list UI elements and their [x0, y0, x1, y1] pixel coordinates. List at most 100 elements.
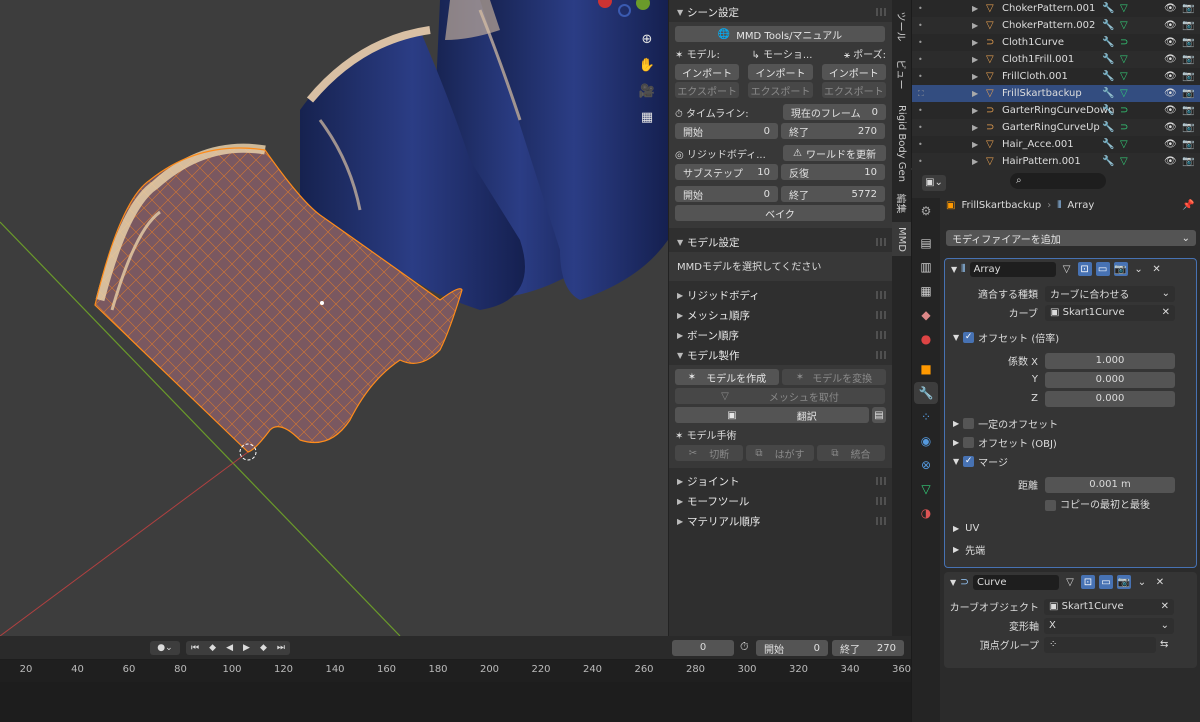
world-tab-icon[interactable]: ●	[914, 328, 938, 350]
visibility-dot-icon[interactable]: •	[918, 72, 923, 81]
camera-render-icon[interactable]: 📷	[1182, 37, 1194, 48]
deform-axis-select[interactable]: X ⌄	[1044, 617, 1174, 634]
object-offset-checkbox[interactable]	[963, 437, 975, 448]
gizmo[interactable]	[598, 0, 658, 17]
expand-icon[interactable]: ▶	[972, 4, 978, 13]
tab-tool[interactable]: ツール	[892, 4, 911, 48]
jump-start-icon[interactable]: ⏮	[191, 641, 199, 655]
outliner-row[interactable]: • ▶ ⊃ Cloth1Curve 🔧 ⊃ 👁 📷	[912, 34, 1200, 51]
import-motion-button[interactable]: インポート	[748, 64, 813, 80]
expand-icon[interactable]: ▶	[972, 55, 978, 64]
curve-name-input[interactable]: Curve	[972, 574, 1059, 590]
camera-render-icon[interactable]: 📷	[1182, 105, 1194, 116]
start-frame-field[interactable]: 開始 0	[675, 123, 778, 139]
tab-edit[interactable]: 編集	[892, 188, 911, 218]
update-world-button[interactable]: ⚠ ワールドを更新	[782, 145, 886, 161]
camera-render-icon[interactable]: 📷	[1182, 156, 1194, 167]
end-frame-field[interactable]: 終了 270	[781, 123, 885, 139]
eye-icon[interactable]: 👁	[1164, 20, 1177, 31]
tab-rigid-body-gen[interactable]: Rigid Body Gen	[892, 100, 911, 186]
data-tab-icon[interactable]: ▽	[914, 478, 938, 500]
factor-x-field[interactable]: 1.000	[1045, 352, 1175, 369]
expand-icon[interactable]: ▶	[972, 72, 978, 81]
tab-view[interactable]: ビュー	[892, 52, 911, 96]
expand-icon[interactable]: ▶	[972, 89, 978, 98]
section-morph-tools[interactable]: ▶ モーフツール	[669, 491, 892, 511]
camera-render-icon[interactable]: 📷	[1182, 122, 1194, 133]
section-mesh-order[interactable]: ▶ メッシュ順序	[669, 305, 892, 325]
visibility-dot-icon[interactable]: •	[918, 140, 923, 149]
clear-icon[interactable]: ✕	[1161, 601, 1169, 612]
visibility-dot-icon[interactable]: •	[918, 21, 923, 30]
eye-icon[interactable]: 👁	[1164, 37, 1177, 48]
outliner-row[interactable]: • ▶ ▽ ChokerPattern.002 🔧 ▽ 👁 📷	[912, 17, 1200, 34]
render-icon[interactable]: 📷	[1116, 575, 1131, 589]
material-tab-icon[interactable]: ◑	[914, 502, 938, 524]
play-icon[interactable]: ▶	[243, 641, 250, 655]
timeline-track[interactable]	[0, 682, 911, 722]
current-frame-input[interactable]: 0	[672, 640, 734, 656]
vertex-group-select[interactable]: ⁘	[1044, 636, 1156, 653]
outliner-row[interactable]: • ▶ ▽ Hair_Acce.001 🔧 ▽ 👁 📷	[912, 136, 1200, 153]
visibility-dot-icon[interactable]: •	[918, 123, 923, 132]
merge-checkbox[interactable]: ✓	[963, 456, 975, 467]
eye-icon[interactable]: 👁	[1164, 105, 1177, 116]
modifier-tab-icon[interactable]: 🔧	[914, 382, 938, 404]
viewport-display-icon[interactable]: ▭	[1098, 575, 1113, 589]
export-motion-button[interactable]: エクスポート	[748, 82, 813, 98]
timeline-end-field[interactable]: 終了 270	[832, 640, 904, 656]
physics-tab-icon[interactable]: ◉	[914, 430, 938, 452]
curve-object-select[interactable]: ▣ Skart1Curve ✕	[1044, 598, 1174, 615]
next-key-icon[interactable]: ◆	[260, 641, 267, 655]
invert-icon[interactable]: ⇆	[1160, 639, 1168, 650]
import-pose-button[interactable]: インポート	[821, 64, 886, 80]
uv-subpanel[interactable]: ▶ UV	[945, 520, 1196, 537]
outliner-row[interactable]: • ▶ ⊃ GarterRingCurveDown 🔧 ⊃ 👁 📷	[912, 102, 1200, 119]
zoom-icon[interactable]: ⊕	[636, 28, 658, 50]
outliner-row[interactable]: • ▶ ⊃ GarterRingCurveUp 🔧 ⊃ 👁 📷	[912, 119, 1200, 136]
visibility-dot-icon[interactable]: •	[918, 55, 923, 64]
rb-start-field[interactable]: 開始 0	[675, 186, 778, 202]
render-tab-icon[interactable]: ▤	[914, 232, 938, 254]
iteration-field[interactable]: 反復 10	[781, 164, 885, 180]
timeline-ruler[interactable]: 20 40 60 80 100 120 140 160 180 200 220 240 260 280 30…	[0, 660, 911, 682]
substep-field[interactable]: サブステップ 10	[675, 164, 778, 180]
camera-render-icon[interactable]: 📷	[1182, 3, 1194, 14]
camera-icon[interactable]: 🎥	[636, 80, 658, 102]
outliner-row[interactable]: ⛶ ▶ ▽ FrillSkartbackup 🔧 ▽ 👁 📷	[912, 85, 1200, 102]
export-pose-button[interactable]: エクスポート	[821, 82, 886, 98]
add-modifier-button[interactable]: モディファイアーを追加 ⌄	[946, 230, 1196, 246]
scene-tab-icon[interactable]: ◆	[914, 304, 938, 326]
visibility-dot-icon[interactable]: •	[918, 106, 923, 115]
outliner-row[interactable]: • ▶ ▽ Cloth1Frill.001 🔧 ▽ 👁 📷	[912, 51, 1200, 68]
fit-type-select[interactable]: カーブに合わせる ⌄	[1045, 285, 1175, 302]
timeline-start-field[interactable]: 開始 0	[756, 640, 828, 656]
model-settings-header[interactable]: ▼ モデル設定	[669, 232, 892, 252]
dropdown-icon[interactable]: ⌄	[1132, 262, 1146, 276]
editmode-icon[interactable]: ⊡	[1080, 575, 1095, 589]
merge-button[interactable]: ⧉ 統合	[817, 445, 885, 461]
bake-button[interactable]: ベイク	[675, 205, 885, 221]
distance-field[interactable]: 0.001 m	[1045, 476, 1175, 493]
search-input[interactable]: ⌕	[1010, 173, 1106, 189]
editor-type-button[interactable]: ▣⌄	[922, 175, 946, 191]
camera-render-icon[interactable]: 📷	[1182, 54, 1194, 65]
play-reverse-icon[interactable]: ◀	[226, 641, 233, 655]
convert-model-button[interactable]: ✶ モデルを変換	[782, 369, 886, 385]
separate-button[interactable]: ⧉ はがす	[746, 445, 814, 461]
expand-icon[interactable]: ▶	[972, 157, 978, 166]
eye-icon[interactable]: 👁	[1164, 122, 1177, 133]
close-icon[interactable]: ✕	[1150, 262, 1164, 276]
factor-z-field[interactable]: 0.000	[1045, 390, 1175, 407]
pin-icon[interactable]: 📌	[1182, 200, 1194, 211]
tab-mmd[interactable]: MMD	[892, 222, 911, 256]
grid-icon[interactable]: ▦	[636, 106, 658, 128]
expand-icon[interactable]: ▶	[972, 106, 978, 115]
scene-settings-header[interactable]: ▼ シーン設定	[669, 2, 892, 22]
constraints-tab-icon[interactable]: ⊗	[914, 454, 938, 476]
manual-button[interactable]: 🌐 MMD Tools/マニュアル	[675, 26, 885, 42]
first-last-checkbox[interactable]	[1045, 499, 1056, 511]
particles-tab-icon[interactable]: ⁘	[914, 406, 938, 428]
prev-key-icon[interactable]: ◆	[209, 641, 216, 655]
editmode-icon[interactable]: ⊡	[1077, 262, 1092, 276]
